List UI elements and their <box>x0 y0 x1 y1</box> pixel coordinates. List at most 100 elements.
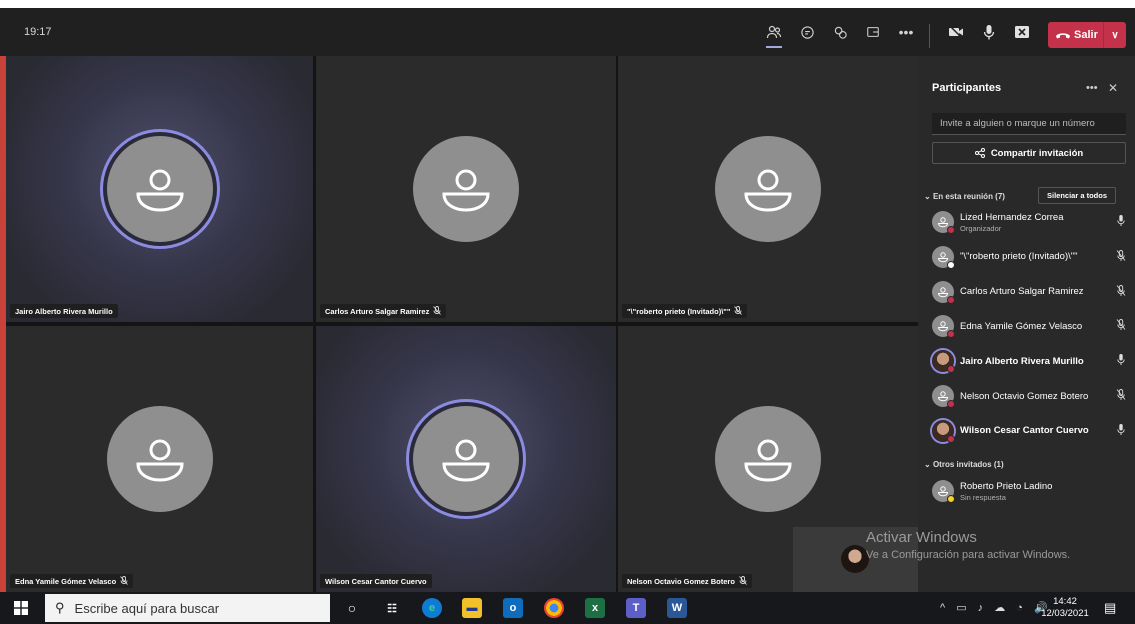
participant-name: Nelson Octavio Gomez Botero <box>627 576 735 586</box>
windows-taskbar: ⚲ Escribe aquí para buscar ○ ☷ e ▬ o x T… <box>0 592 1135 624</box>
mute-all-button[interactable]: Silenciar a todos <box>1038 187 1116 204</box>
participant-avatar <box>932 480 955 503</box>
participant-name: Jairo Alberto Rivera Murillo <box>960 355 1084 367</box>
participant-name: Carlos Arturo Salgar Ramirez <box>325 306 430 316</box>
mic-off-icon[interactable] <box>1114 389 1128 403</box>
chevron-down-icon[interactable]: ∨ <box>1104 30 1126 41</box>
taskbar-search[interactable]: ⚲ Escribe aquí para buscar <box>45 594 330 622</box>
cortana-icon[interactable]: ○ <box>342 598 362 618</box>
participant-text: Jairo Alberto Rivera Murillo <box>960 356 1114 367</box>
file-explorer-icon[interactable]: ▬ <box>462 598 482 618</box>
video-tile[interactable]: Wilson Cesar Cantor Cuervo <box>316 326 616 592</box>
mic-icon[interactable] <box>975 18 1003 46</box>
participant-nametag: Edna Yamile Gómez Velasco <box>10 574 134 588</box>
mic-icon[interactable] <box>1114 215 1128 229</box>
mic-off-icon[interactable] <box>1114 284 1128 299</box>
participant-name: Lized Hernandez Correa <box>960 211 1064 223</box>
participant-row[interactable]: Lized Hernandez Correa Organizador <box>932 207 1128 237</box>
participant-name: Edna Yamile Gómez Velasco <box>15 576 117 586</box>
system-tray[interactable]: ^ ▭ ♪ ☁ ◔ 🔊 <box>940 601 1052 614</box>
participant-name: Wilson Cesar Cantor Cuervo <box>960 425 1089 437</box>
video-tile[interactable]: Carlos Arturo Salgar Ramirez <box>316 56 616 322</box>
person-icon <box>744 439 792 482</box>
participant-avatar <box>932 350 955 374</box>
share-invitation-label: Compartir invitación <box>990 147 1084 159</box>
word-icon[interactable]: W <box>667 598 687 618</box>
participant-avatar <box>106 136 213 242</box>
participant-avatar <box>715 136 821 242</box>
leave-button[interactable]: Salir ∨ <box>1048 22 1126 48</box>
task-view-icon[interactable]: ☷ <box>382 598 402 618</box>
participant-role: Sin respuesta <box>960 492 1006 502</box>
camera-off-icon[interactable] <box>942 18 970 46</box>
teams-window: 19:17 ••• Salir ∨ Jairo Alberto Rivera M… <box>0 0 1135 624</box>
outlook-icon[interactable]: o <box>503 598 523 618</box>
participant-avatar <box>932 315 955 339</box>
mic-off-icon <box>120 575 129 587</box>
participant-avatar <box>932 385 955 408</box>
share-invitation-button[interactable]: Compartir invitación <box>932 142 1126 164</box>
participant-name: Nelson Octavio Gomez Botero <box>960 390 1089 402</box>
video-tile[interactable]: "\"roberto prieto (Invitado)\"" <box>618 56 918 322</box>
panel-title: Participantes <box>932 82 1002 94</box>
in-meeting-label: En esta reunión (7) <box>932 192 1005 201</box>
search-icon: ⚲ <box>55 600 65 615</box>
presence-status-icon <box>947 365 955 374</box>
rooms-icon[interactable] <box>859 18 887 46</box>
windows-start-icon[interactable] <box>14 601 28 618</box>
participant-avatar <box>413 406 519 512</box>
participant-row[interactable]: Roberto Prieto Ladino Sin respuesta <box>932 476 1128 506</box>
taskbar-clock[interactable]: 14:42 12/03/2021 <box>1040 596 1090 620</box>
share-icon[interactable] <box>1008 18 1036 46</box>
participant-row[interactable]: Carlos Arturo Salgar Ramirez <box>932 277 1128 307</box>
participant-nametag: Nelson Octavio Gomez Botero <box>622 574 752 588</box>
in-meeting-header[interactable]: ⌄ En esta reunión (7) <box>924 192 1005 201</box>
mic-off-icon <box>739 575 747 587</box>
more-icon[interactable]: ••• <box>892 18 920 46</box>
video-tile[interactable]: Edna Yamile Gómez Velasco <box>6 326 313 592</box>
more-icon[interactable]: ••• <box>1086 82 1098 94</box>
participant-name: Wilson Cesar Cantor Cuervo <box>325 576 427 586</box>
notification-icon[interactable]: ▤ <box>1104 600 1116 616</box>
close-icon[interactable]: ✕ <box>1108 81 1118 95</box>
meeting-timer: 19:17 <box>24 26 52 38</box>
other-invitees-header[interactable]: ⌄ Otros invitados (1) <box>924 460 1004 469</box>
invite-input[interactable] <box>932 113 1126 135</box>
participant-row[interactable]: Edna Yamile Gómez Velasco <box>932 311 1128 341</box>
participant-avatar <box>413 136 519 242</box>
participant-row[interactable]: Jairo Alberto Rivera Murillo <box>932 346 1128 376</box>
participant-row[interactable]: Wilson Cesar Cantor Cuervo <box>932 416 1128 446</box>
window-top-strip <box>0 0 1135 8</box>
mic-off-icon[interactable] <box>1114 249 1128 264</box>
teams-icon[interactable]: T <box>626 598 646 618</box>
video-grid: Jairo Alberto Rivera Murillo Carlos Artur… <box>6 56 918 592</box>
excel-icon[interactable]: x <box>585 598 605 618</box>
person-icon <box>442 439 490 482</box>
participants-icon[interactable] <box>760 18 788 48</box>
chrome-icon[interactable] <box>544 598 564 618</box>
mic-off-icon <box>734 305 743 317</box>
chevron-down-icon: ⌄ <box>924 192 931 201</box>
participant-row[interactable]: "\"roberto prieto (Invitado)\"" <box>932 242 1128 272</box>
presence-status-icon <box>947 400 955 408</box>
edge-icon[interactable]: e <box>422 598 442 618</box>
activation-watermark-title: Activar Windows <box>866 529 977 546</box>
participant-row[interactable]: Nelson Octavio Gomez Botero <box>932 381 1128 411</box>
presence-status-icon <box>947 434 955 443</box>
mic-icon[interactable] <box>1114 423 1128 438</box>
presence-status-icon <box>947 295 955 304</box>
other-invitees-label: Otros invitados (1) <box>932 460 1004 469</box>
share-link-icon <box>974 148 985 158</box>
person-icon <box>135 439 184 482</box>
chat-icon[interactable] <box>793 18 821 46</box>
meeting-toolbar: 19:17 ••• Salir ∨ <box>0 8 1135 56</box>
mic-icon[interactable] <box>1114 354 1128 368</box>
video-tile[interactable]: Jairo Alberto Rivera Murillo <box>6 56 313 322</box>
participant-nametag: "\"roberto prieto (Invitado)\"" <box>622 304 748 318</box>
participant-text: Edna Yamile Gómez Velasco <box>960 321 1114 332</box>
reactions-icon[interactable] <box>826 18 854 46</box>
mic-off-icon[interactable] <box>1114 319 1128 333</box>
participant-name: Jairo Alberto Rivera Murillo <box>15 306 113 316</box>
participant-name: "\"roberto prieto (Invitado)\"" <box>960 251 1078 263</box>
participant-name: Roberto Prieto Ladino <box>960 480 1053 492</box>
